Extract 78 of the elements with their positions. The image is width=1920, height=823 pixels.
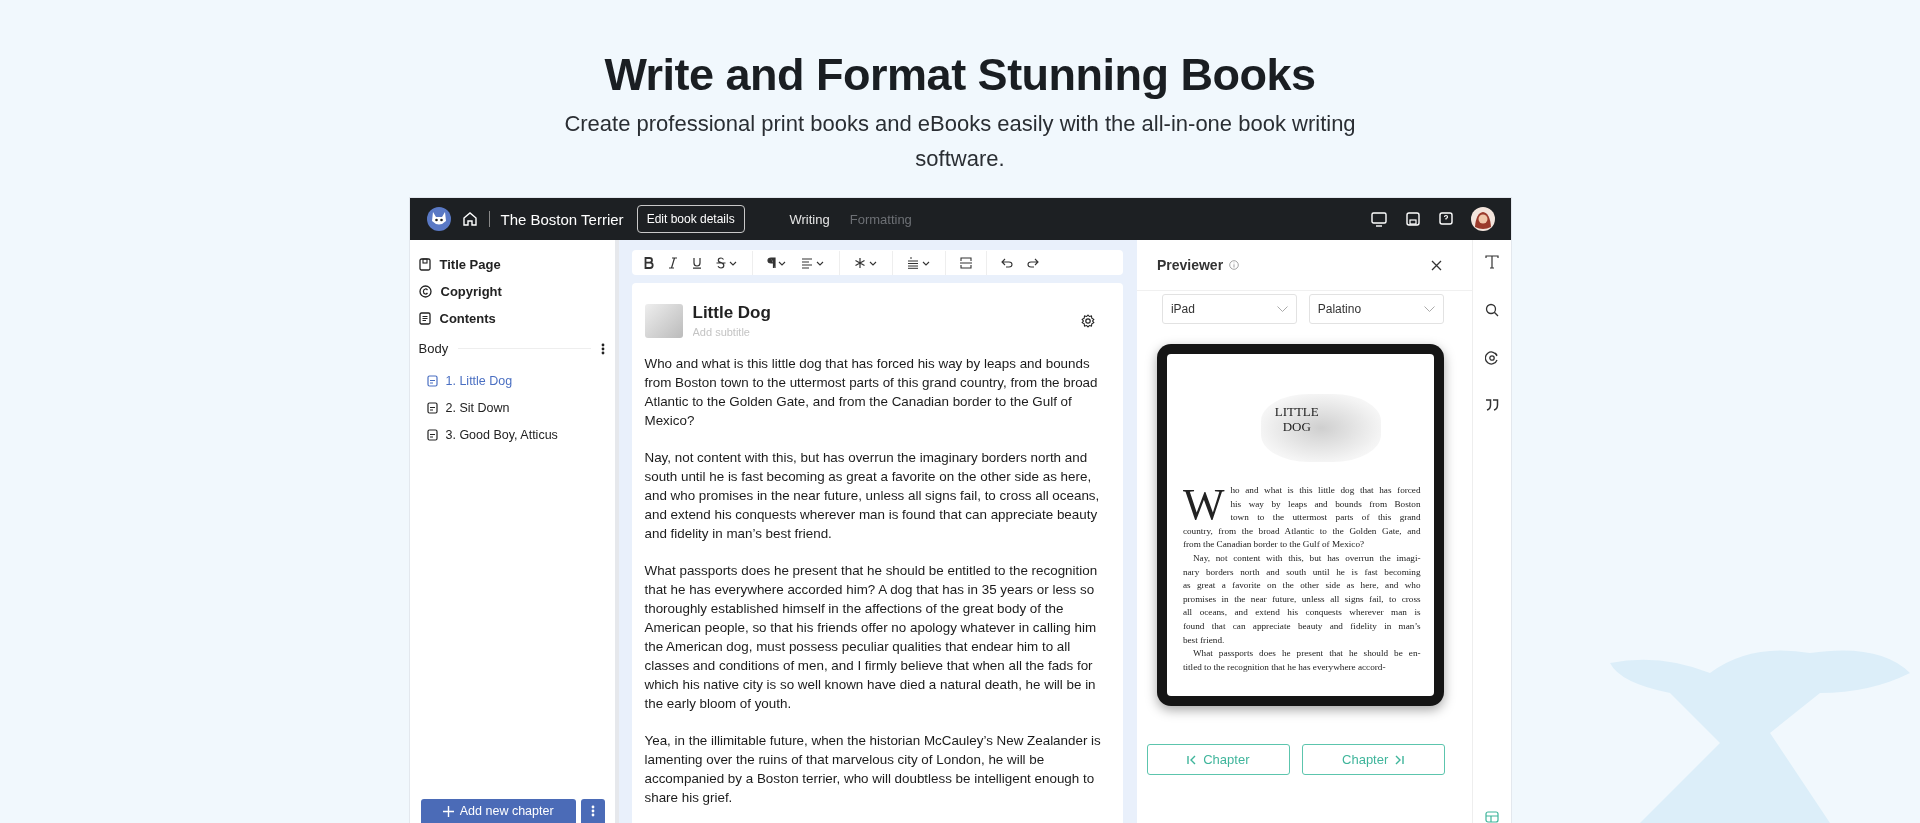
chapter-title[interactable]: Little Dog (692, 303, 1071, 323)
preview-text-line: his way by leaps and bounds from Boston (1230, 497, 1421, 511)
preview-text-line: country, from the broad Atlantic to the Golden Gate, and (1182, 524, 1421, 538)
settings-icon[interactable] (1080, 313, 1095, 328)
asterisk-dropdown-icon[interactable] (853, 256, 878, 269)
hero-title: Write and Format Stunning Books (603, 48, 1317, 102)
search-icon[interactable] (1484, 303, 1499, 317)
copyright-icon (418, 285, 432, 298)
font-dropdown[interactable]: Palatino (1308, 294, 1444, 324)
sidebar-item[interactable]: Contents (418, 310, 605, 327)
previewer-title: Previewer (1156, 257, 1224, 273)
chevron-down-icon (1276, 306, 1288, 312)
preview-text-line: found that can appreciate beauty and fidelity in man’s (1182, 619, 1421, 633)
sidebar-item[interactable]: Title Page (418, 256, 605, 273)
page-break-icon[interactable] (959, 256, 972, 269)
help-icon[interactable] (1437, 211, 1454, 227)
list-document-icon (418, 312, 431, 325)
user-avatar[interactable] (1470, 207, 1495, 231)
preview-text-line: town to the uttermost parts of this grand (1230, 511, 1421, 525)
undo-icon[interactable] (1000, 257, 1013, 268)
add-chapter-button[interactable]: Add new chapter (420, 799, 576, 823)
preview-text-line: Nay, not content with this, but has overrun the imagi- (1191, 551, 1421, 565)
home-icon[interactable] (461, 211, 478, 227)
more-icon[interactable] (600, 342, 605, 355)
document-icon (426, 401, 438, 414)
monitor-icon[interactable] (1370, 211, 1388, 227)
preview-text-line: best friend. (1182, 633, 1226, 647)
preview-text-line: from the Canadian border to the Gulf of Mexico? (1182, 538, 1366, 552)
preview-chapter-title: DOG (1281, 419, 1312, 434)
preview-text-line: titled to the recognition that he has everywhere accord- (1182, 660, 1387, 674)
chapter-item[interactable]: 1. Little Dog (426, 372, 605, 389)
chapter-item[interactable]: 3. Good Boy, Atticus (426, 426, 605, 443)
close-icon[interactable] (1430, 259, 1442, 271)
last-page-icon (1394, 754, 1405, 765)
more-icon (590, 805, 595, 817)
hero-subtitle: Create professional print books and eBooks easily with the all-in-one book writing software. (563, 110, 1357, 173)
edit-book-details-button[interactable]: Edit book details (636, 205, 745, 233)
body-paragraph: Yea, in the illimitable future, when the historian McCauley’s New Zealander is lamenting over the ruins of that marvelous city of London, he will be accompanied by a Boston terrier, who will doubtless be intelligent enough to share his grief. (644, 732, 1102, 807)
preview-text-line: nary borders north and south until he is fast becoming (1182, 565, 1421, 579)
document-icon (426, 428, 438, 441)
chapter-image-placeholder (644, 303, 683, 338)
preview-chapter-title: LITTLE (1274, 404, 1319, 419)
plus-icon (442, 805, 454, 817)
book-title: The Boston Terrier (500, 210, 624, 228)
preview-text-line: all oceans, and extend his conquests wherever man is (1182, 606, 1421, 620)
paragraph-dropdown-icon[interactable] (766, 256, 787, 269)
preview-text-line: What passports does he present that he should be en- (1191, 647, 1421, 661)
sidebar-item[interactable]: Copyright (418, 283, 605, 300)
body-paragraph: What passports does he present that he should be entitled to the recognition that he has everywhere accorded him? A dog that has in 35 years or less so thoroughly established himself in the affections of the great body of the American people, so that his friends offer no apology whatever in calling him the American dog, must possess peculiar qualities that endear him to all classes and conditions of men, and I firmly believe that when all the fads for which his native city is so well known have died a natural death, he will be in the early bloom of youth. (644, 562, 1099, 713)
sidebar-item-label: Title Page (439, 257, 501, 272)
preview-text-line: promises in the near future, unless all signs fail, to cross (1182, 592, 1421, 606)
device-dropdown[interactable]: iPad (1161, 294, 1297, 324)
text-icon[interactable] (1484, 255, 1499, 269)
first-page-icon (1187, 754, 1198, 765)
quote-icon[interactable] (1484, 399, 1499, 411)
dog-logo-icon[interactable] (426, 207, 451, 231)
mode-tab[interactable]: Writing (789, 211, 830, 227)
preview-text-line: ho and what is this little dog that has forced (1230, 484, 1421, 497)
more-options-button[interactable] (580, 799, 605, 823)
body-paragraph: Who and what is this little dog that has forced his way by leaps and bounds from Boston town to the uttermost parts of this grand country, from the broad Atlantic to the Golden Gate, and from the Canadian border to the Gulf of Mexico? (644, 355, 1099, 430)
sidebar-item-label: Copyright (440, 284, 502, 299)
line-spacing-dropdown-icon[interactable] (906, 256, 931, 269)
page-icon (418, 258, 431, 271)
redo-icon[interactable] (1026, 257, 1039, 268)
chevron-down-icon (1423, 306, 1435, 312)
align-dropdown-icon[interactable] (800, 256, 825, 269)
section-label: Body (418, 341, 449, 356)
underline-icon[interactable] (691, 256, 702, 269)
body-paragraph: Nay, not content with this, but has overrun the imaginary borders north and south until he is fast becoming as great a favorite on the other side as here, and who promises in the near future, unless all signs fail, to cross all oceans, and extend his conquests wherever man is found that can appreciate beauty and fidelity in man’s best friend. (644, 449, 1101, 543)
bold-icon[interactable] (643, 256, 654, 269)
document-icon (426, 374, 438, 387)
sidebar-item-label: Contents (439, 311, 496, 326)
strikethrough-dropdown-icon[interactable] (715, 256, 738, 269)
drop-cap: W (1182, 486, 1225, 524)
italic-icon[interactable] (667, 256, 678, 269)
chapter-item[interactable]: 2. Sit Down (426, 399, 605, 416)
preview-text-line: as great a favorite on the other side as here, and who (1182, 579, 1421, 593)
save-icon[interactable] (1404, 211, 1421, 227)
